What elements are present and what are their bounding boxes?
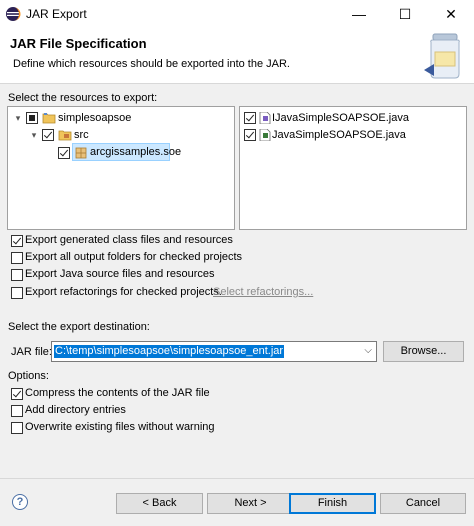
wizard-banner: JAR File Specification Define which reso…	[0, 28, 474, 84]
export-refactorings-checkbox[interactable]	[11, 287, 23, 299]
chevron-down-icon[interactable]: ▾	[29, 130, 39, 140]
export-output-folders-label[interactable]: Export all output folders for checked pr…	[25, 251, 242, 263]
compress-label[interactable]: Compress the contents of the JAR file	[25, 387, 210, 399]
tree-item-arcgissamples-soe[interactable]: arcgissamples.soe	[90, 146, 181, 158]
cancel-button[interactable]: Cancel	[380, 493, 466, 514]
jar-file-combo[interactable]: C:\temp\simplesoapsoe\simplesoapsoe_ent.…	[51, 341, 377, 362]
help-icon[interactable]: ?	[12, 494, 28, 510]
select-refactorings-link[interactable]: Select refactorings...	[213, 286, 313, 298]
tree-checkbox-src[interactable]	[42, 129, 54, 141]
export-class-files-label[interactable]: Export generated class files and resourc…	[25, 234, 233, 246]
file-item-ijavasimplesoapsoe[interactable]: IJavaSimpleSOAPSOE.java	[272, 112, 409, 124]
back-button[interactable]: < Back	[116, 493, 203, 514]
tree-item-simplesoapsoe[interactable]: simplesoapsoe	[58, 112, 131, 124]
jar-icon	[424, 33, 460, 79]
chevron-down-icon[interactable]: ▾	[13, 113, 23, 123]
overwrite-label[interactable]: Overwrite existing files without warning	[25, 421, 215, 433]
jar-file-path[interactable]: C:\temp\simplesoapsoe\simplesoapsoe_ent.…	[54, 345, 285, 358]
jar-file-label: JAR file:	[11, 346, 52, 358]
java-file-icon	[259, 129, 271, 141]
page-description: Define which resources should be exporte…	[13, 58, 290, 70]
footer-divider	[0, 478, 474, 479]
destination-label: Select the export destination:	[8, 321, 150, 333]
export-output-folders-checkbox[interactable]	[11, 252, 23, 264]
file-list[interactable]: IJavaSimpleSOAPSOE.java JavaSimpleSOAPSO…	[239, 106, 467, 230]
project-tree[interactable]: ▾ simplesoapsoe ▾ src arcgissamples.soe	[7, 106, 235, 230]
next-button[interactable]: Next >	[207, 493, 294, 514]
tree-checkbox-simplesoapsoe[interactable]	[26, 112, 38, 124]
page-title: JAR File Specification	[10, 36, 147, 51]
file-item-javasimplesoapsoe[interactable]: JavaSimpleSOAPSOE.java	[272, 129, 406, 141]
resources-label: Select the resources to export:	[8, 92, 158, 104]
export-refactorings-label[interactable]: Export refactorings for checked projects…	[25, 286, 222, 298]
package-icon	[75, 147, 87, 159]
browse-button[interactable]: Browse...	[383, 341, 464, 362]
source-folder-icon	[58, 130, 72, 141]
title-bar: JAR Export — ☐ ✕	[0, 0, 474, 28]
add-directory-entries-label[interactable]: Add directory entries	[25, 404, 126, 416]
overwrite-checkbox[interactable]	[11, 422, 23, 434]
tree-checkbox-arcgissamples-soe[interactable]	[58, 147, 70, 159]
file-checkbox-javasimplesoapsoe[interactable]	[244, 129, 256, 141]
minimize-button[interactable]: —	[336, 0, 382, 28]
export-java-source-checkbox[interactable]	[11, 269, 23, 281]
export-class-files-checkbox[interactable]	[11, 235, 23, 247]
maximize-button[interactable]: ☐	[382, 0, 428, 28]
options-label: Options:	[8, 370, 49, 382]
tree-item-src[interactable]: src	[74, 129, 89, 141]
project-folder-icon	[42, 113, 56, 124]
add-directory-entries-checkbox[interactable]	[11, 405, 23, 417]
export-java-source-label[interactable]: Export Java source files and resources	[25, 268, 215, 280]
window-title: JAR Export	[26, 7, 87, 21]
file-checkbox-ijavasimplesoapsoe[interactable]	[244, 112, 256, 124]
java-file-icon	[259, 112, 271, 124]
finish-button[interactable]: Finish	[289, 493, 376, 514]
eclipse-icon	[6, 7, 21, 21]
close-button[interactable]: ✕	[428, 0, 474, 28]
compress-checkbox[interactable]	[11, 388, 23, 400]
chevron-down-icon[interactable]: ⌵	[364, 345, 372, 356]
